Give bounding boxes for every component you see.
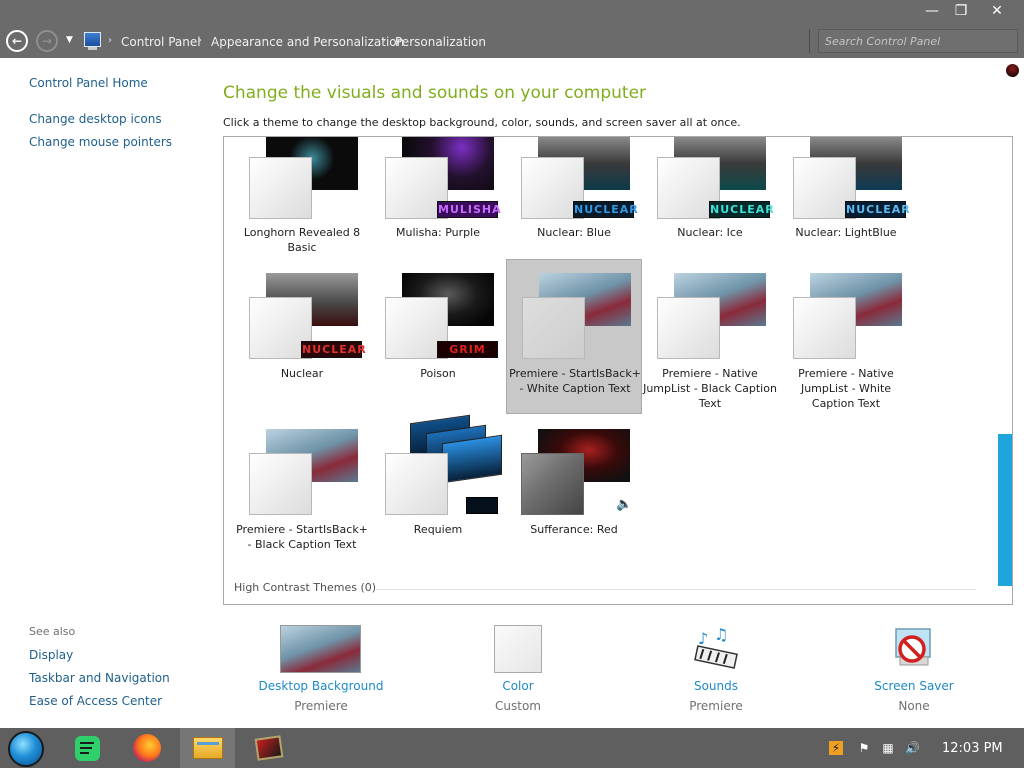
breadcrumb-separator: › xyxy=(382,35,386,46)
theme-tile-longhorn[interactable]: Longhorn Revealed 8 Basic xyxy=(234,137,370,259)
theme-thumbnail xyxy=(442,434,502,484)
breadcrumb-separator: › xyxy=(198,35,202,46)
theme-color-swatch xyxy=(385,453,448,515)
theme-label: Requiem xyxy=(413,523,463,536)
title-bar: — ❐ ✕ xyxy=(0,0,1024,26)
breadcrumb-appearance[interactable]: Appearance and Personalization xyxy=(211,35,404,49)
theme-badge: NUCLEAR xyxy=(301,341,367,358)
color-value: Custom xyxy=(495,699,541,713)
theme-badge xyxy=(466,497,498,514)
theme-color-swatch xyxy=(249,453,312,515)
theme-label: Nuclear: Blue xyxy=(537,226,611,239)
theme-badge: NUCLEAR xyxy=(845,201,911,218)
theme-list[interactable]: Longhorn Revealed 8 Basic MULISHA Mulish… xyxy=(223,136,1013,605)
theme-color-swatch xyxy=(249,157,312,219)
back-button[interactable]: ← xyxy=(6,30,28,52)
theme-label: Longhorn Revealed 8 Basic xyxy=(243,226,361,254)
screen-saver-icon xyxy=(890,625,938,673)
address-bar-area: ← → ▼ › Control Panel › Appearance and P… xyxy=(0,26,1024,58)
theme-color-swatch xyxy=(521,453,584,515)
sounds-icon: ♪ ♫ xyxy=(692,625,740,672)
address-bar[interactable]: › Control Panel › Appearance and Persona… xyxy=(80,29,810,53)
control-panel-icon xyxy=(84,32,101,50)
theme-tile-nuclear-ice[interactable]: NUCLEAR Nuclear: Ice xyxy=(642,137,778,259)
theme-label: Premiere - Native JumpList - White Capti… xyxy=(798,367,894,410)
theme-tile-premiere-startisback-black[interactable]: Premiere - StartIsBack+ - Black Caption … xyxy=(234,419,370,569)
notification-app-icon[interactable]: ⚡ xyxy=(829,741,843,755)
search-input[interactable] xyxy=(825,32,1005,50)
scrollbar-thumb[interactable] xyxy=(998,434,1012,586)
theme-label: Sufferance: Red xyxy=(530,523,618,536)
screen-saver-link[interactable]: Screen Saver xyxy=(839,679,989,693)
theme-color-swatch xyxy=(522,297,585,359)
color-link[interactable]: Color xyxy=(443,679,593,693)
theme-tile-requiem[interactable]: Requiem xyxy=(370,414,506,569)
svg-text:♪: ♪ xyxy=(698,629,708,648)
breadcrumb-control-panel[interactable]: Control Panel xyxy=(121,35,201,49)
sounds-value: Premiere xyxy=(689,699,743,713)
theme-tile-nuclear-blue[interactable]: NUCLEAR Nuclear: Blue xyxy=(506,137,642,259)
screen-saver-value: None xyxy=(898,699,930,713)
svg-text:♫: ♫ xyxy=(714,626,728,644)
recent-locations-button[interactable]: ▼ xyxy=(66,35,73,45)
theme-label: Poison xyxy=(420,367,456,380)
color-swatch-icon xyxy=(494,625,542,673)
theme-label: Nuclear: Ice xyxy=(677,226,743,239)
taskbar-navigation-link[interactable]: Taskbar and Navigation xyxy=(29,671,170,685)
section-divider xyxy=(376,589,976,590)
spotify-icon[interactable] xyxy=(60,728,115,768)
firefox-icon[interactable] xyxy=(120,728,175,768)
breadcrumb-personalization[interactable]: Personalization xyxy=(395,35,486,49)
start-button[interactable] xyxy=(8,731,44,767)
theme-label: Mulisha: Purple xyxy=(396,226,480,239)
theme-badge: MULISHA xyxy=(437,201,502,218)
theme-badge: GRIM xyxy=(437,341,498,358)
display-link[interactable]: Display xyxy=(29,648,73,662)
theme-color-swatch xyxy=(657,297,720,359)
action-center-flag-icon[interactable]: ⚑ xyxy=(857,741,871,755)
desktop-background-link[interactable]: Desktop Background xyxy=(246,679,396,693)
theme-tile-premiere-native-white[interactable]: Premiere - Native JumpList - White Capti… xyxy=(778,263,914,413)
change-desktop-icons-link[interactable]: Change desktop icons xyxy=(29,112,162,126)
media-player-icon[interactable] xyxy=(240,728,295,768)
theme-tile-premiere-native-black[interactable]: Premiere - Native JumpList - Black Capti… xyxy=(642,263,778,413)
theme-label: Nuclear xyxy=(280,367,324,380)
speaker-icon: 🔈 xyxy=(616,497,633,512)
desktop-background-value: Premiere xyxy=(294,699,348,713)
theme-label: Nuclear: LightBlue xyxy=(795,226,897,239)
forward-button[interactable]: → xyxy=(36,30,58,52)
search-box[interactable] xyxy=(818,29,1018,53)
theme-tile-poison[interactable]: GRIM Poison xyxy=(370,263,506,413)
theme-tile-premiere-startisback-white[interactable]: Premiere - StartIsBack+ - White Caption … xyxy=(506,259,642,414)
control-panel-home-link[interactable]: Control Panel Home xyxy=(29,76,148,90)
file-explorer-icon[interactable] xyxy=(180,728,235,768)
ease-of-access-link[interactable]: Ease of Access Center xyxy=(29,694,162,708)
theme-tile-nuclear-lightblue[interactable]: NUCLEAR Nuclear: LightBlue xyxy=(778,137,914,259)
theme-badge: NUCLEAR xyxy=(573,201,639,218)
theme-label: Premiere - Native JumpList - Black Capti… xyxy=(643,367,777,410)
taskbar-clock[interactable]: 12:03 PM xyxy=(942,741,1003,756)
change-mouse-pointers-link[interactable]: Change mouse pointers xyxy=(29,135,172,149)
theme-color-swatch xyxy=(793,297,856,359)
close-button[interactable]: ✕ xyxy=(980,0,1014,22)
theme-tile-nuclear[interactable]: NUCLEAR Nuclear xyxy=(234,263,370,413)
volume-icon[interactable]: 🔊 xyxy=(905,741,920,755)
page-title: Change the visuals and sounds on your co… xyxy=(223,83,647,103)
theme-tile-sufferance-red[interactable]: 🔈 Sufferance: Red xyxy=(506,419,642,569)
breadcrumb-separator: › xyxy=(108,35,112,46)
maximize-button[interactable]: ❐ xyxy=(944,0,978,22)
network-icon[interactable]: ▦ xyxy=(881,741,895,755)
desktop-background-icon xyxy=(280,625,361,673)
theme-label: Premiere - StartIsBack+ - Black Caption … xyxy=(236,523,368,551)
high-contrast-themes-header[interactable]: High Contrast Themes (0) xyxy=(234,581,376,594)
see-also-heading: See also xyxy=(29,625,76,638)
user-avatar[interactable] xyxy=(1006,64,1019,77)
page-subtitle: Click a theme to change the desktop back… xyxy=(223,116,741,129)
theme-label: Premiere - StartIsBack+ - White Caption … xyxy=(509,367,641,395)
theme-tile-mulisha-purple[interactable]: MULISHA Mulisha: Purple xyxy=(370,137,506,259)
theme-badge: NUCLEAR xyxy=(709,201,775,218)
sounds-link[interactable]: Sounds xyxy=(641,679,791,693)
